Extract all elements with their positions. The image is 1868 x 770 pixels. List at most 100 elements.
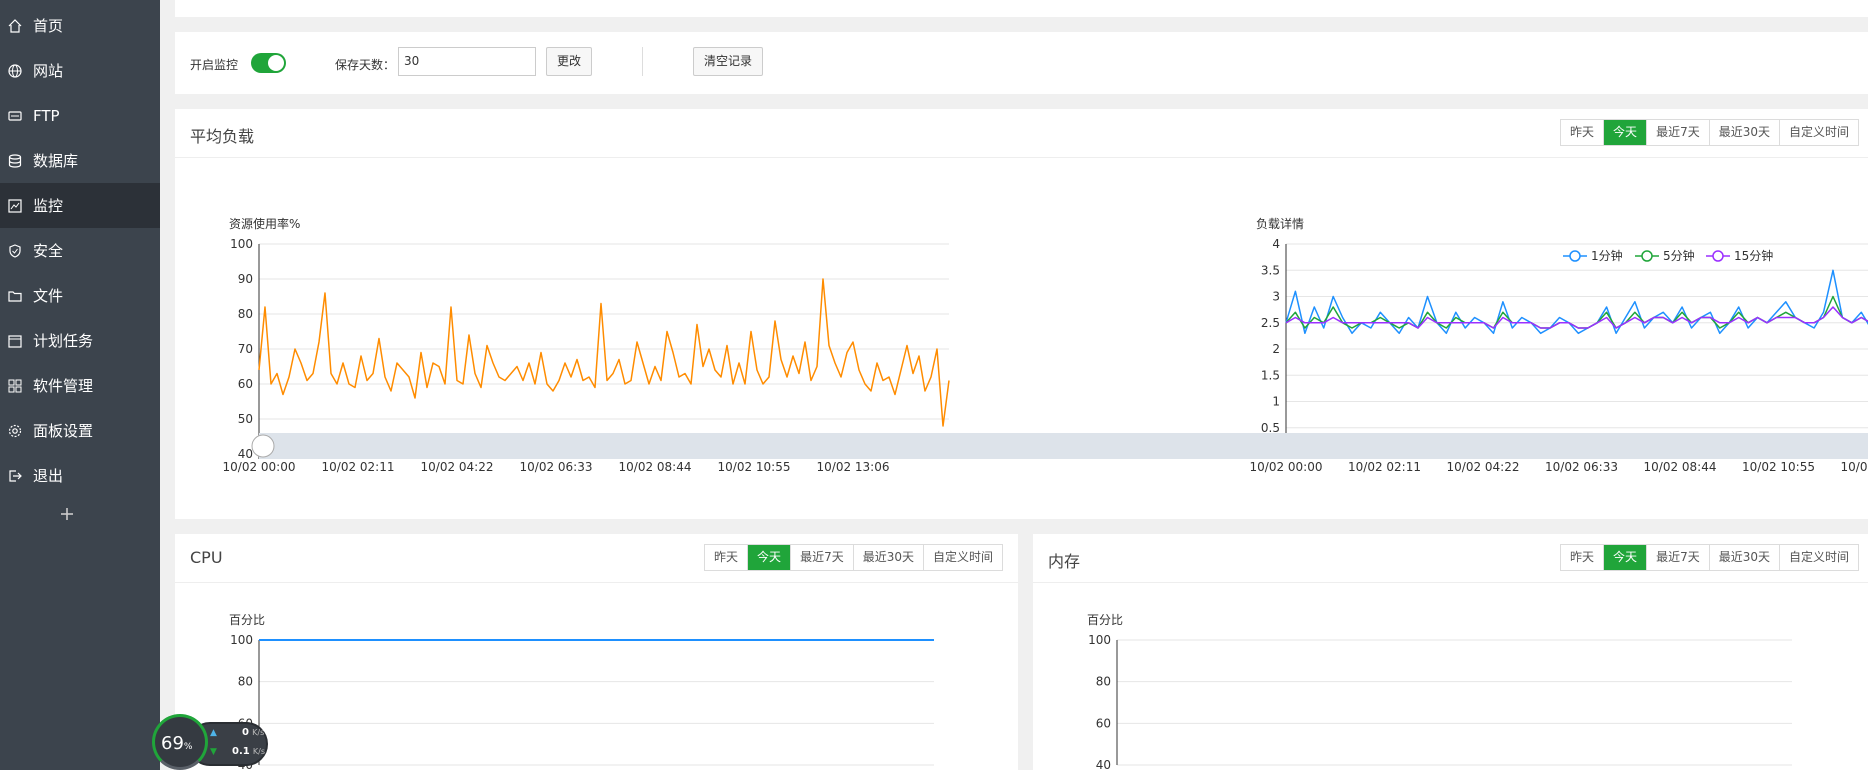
x-tick-label: 10/02 02:11 [322,460,395,474]
y-tick-label: 80 [238,307,253,321]
sidebar-item-7[interactable]: 计划任务 [0,318,160,363]
series-line-0 [1285,269,1868,335]
chart-ylabel: 百分比 [1087,613,1123,627]
load-percent: 69% [161,733,193,754]
shield-icon [9,243,21,258]
legend-marker [1641,250,1653,262]
y-tick-label: 90 [238,272,253,286]
calendar-icon [8,334,22,348]
divider [642,47,643,76]
x-tick-label: 10/02 04:22 [421,460,494,474]
x-tick-label: 10/02 08:44 [1644,460,1717,474]
sidebar-item-label: 首页 [33,17,64,35]
y-tick-label: 50 [238,412,253,426]
sidebar-item-3[interactable]: 数据库 [0,138,160,183]
range-button-2[interactable]: 最近7天 [790,545,853,570]
y-tick-label: 80 [238,675,253,689]
range-button-3[interactable]: 最近30天 [1708,120,1779,145]
x-tick-label: 10/02 06:33 [520,460,593,474]
y-tick-label: 40 [238,447,253,461]
sidebar: 首页网站 FTP 数据库监控安全 文件计划任务软件管理面板设置退出 [0,0,160,770]
sidebar-item-6[interactable]: 文件 [0,273,160,318]
legend-marker [1569,250,1581,262]
y-tick-label: 100 [230,237,253,251]
range-button-1[interactable]: 今天 [1603,545,1647,570]
sidebar-item-9[interactable]: 面板设置 [0,408,160,453]
memory-panel-title: 内存 [1048,552,1081,571]
range-button-4[interactable]: 自定义时间 [922,545,1002,570]
range-button-3[interactable]: 最近30天 [1708,545,1779,570]
sidebar-item-label: 监控 [33,197,64,215]
range-button-0[interactable]: 昨天 [1561,120,1604,145]
range-button-2[interactable]: 最近7天 [1646,120,1709,145]
top-panel [175,0,1868,17]
y-tick-label: 80 [1096,675,1111,689]
sidebar-item-2[interactable]: FTP [0,93,160,138]
range-button-1[interactable]: 今天 [1603,120,1647,145]
sidebar-item-8[interactable]: 软件管理 [0,363,160,408]
retain-days-input[interactable]: 30 [398,47,536,76]
y-tick-label: 0.5 [1261,421,1280,435]
ftp-icon [8,110,22,121]
logout-icon [9,469,22,482]
globe-icon [8,63,22,78]
monitor-controls-panel: 开启监控 保存天数： 30 更改 清空记录 [175,32,1868,94]
range-button-4[interactable]: 自定义时间 [1778,545,1858,570]
retain-days-label: 保存天数： [335,58,396,72]
sidebar-item-label: 退出 [33,467,64,485]
y-tick-label: 100 [1088,633,1111,647]
range-button-0[interactable]: 昨天 [705,545,748,570]
memory-panel: 内存 昨天 今天 最近7天 最近30天 自定义时间 百分比 40 60 80 100 [1033,534,1868,770]
y-tick-label: 1 [1272,395,1280,409]
clear-records-button[interactable]: 清空记录 [693,47,763,76]
zoom-slider-track[interactable] [259,433,1868,459]
enable-monitor-toggle[interactable] [251,53,286,73]
gear-icon [8,424,22,437]
x-tick-label: 10/02 00:00 [223,460,296,474]
y-tick-label: 60 [238,377,253,391]
y-tick-label: 3 [1272,290,1280,304]
y-tick-label: 2 [1272,342,1280,356]
sidebar-item-0[interactable]: 首页 [0,3,160,48]
change-button[interactable]: 更改 [546,47,592,76]
sidebar-item-10[interactable]: 退出 [0,453,160,498]
sidebar-item-label: 计划任务 [33,332,94,350]
y-tick-label: 2.5 [1261,316,1280,330]
x-tick-label: 10/02 02:11 [1348,460,1421,474]
range-button-3[interactable]: 最近30天 [852,545,923,570]
plus-icon[interactable] [58,505,76,523]
chart-ylabel: 负载详情 [1256,216,1304,231]
cpu-panel: CPU 昨天今天最近7天最近30天自定义时间 百分比406080100 [175,534,1018,770]
sidebar-item-label: 软件管理 [33,377,94,395]
range-button-1[interactable]: 今天 [747,545,791,570]
sidebar-item-label: 网站 [33,62,64,80]
enable-monitor-label: 开启监控 [190,58,239,72]
chart-ylabel: 资源使用率% [229,216,300,231]
x-tick-label: 10/02 08:44 [619,460,692,474]
sidebar-item-4[interactable]: 监控 [0,183,160,228]
memory-range-buttons: 昨天 今天 最近7天 最近30天 自定义时间 [1560,544,1859,571]
home-icon [8,18,22,33]
legend-label: 15分钟 [1734,248,1773,263]
sidebar-item-label: 面板设置 [33,422,94,440]
network-widget[interactable]: ▲ ▼ 0 K/s 0.1 K/s 69% [152,714,272,770]
cpu-chart: 百分比406080100 [229,613,934,770]
download-arrow-icon: ▼ [210,747,217,757]
zoom-handle-left[interactable] [251,434,275,458]
load-charts: 资源使用率% 40 50 60 70 80 90 100 10/02 00:00 10/02 02… [223,216,1868,474]
series-line-0 [258,278,950,427]
load-gauge: 69% [152,714,208,770]
sidebar-item-1[interactable]: 网站 [0,48,160,93]
memory-chart: 百分比 40 60 80 100 [1087,613,1792,770]
x-tick-label: 10/02 00:00 [1250,460,1323,474]
chart-ylabel: 百分比 [229,613,265,627]
range-button-2[interactable]: 最近7天 [1646,545,1709,570]
range-button-4[interactable]: 自定义时间 [1778,120,1858,145]
range-button-0[interactable]: 昨天 [1561,545,1604,570]
load-panel: 平均负载 昨天 今天 最近7天 最近30天 自定义时间 资源使用率% 40 50 60 70 80… [175,109,1868,519]
x-tick-label: 10/02 10:55 [718,460,791,474]
sidebar-item-5[interactable]: 安全 [0,228,160,273]
apps-icon [8,379,22,392]
y-tick-label: 4 [1272,237,1280,251]
monitor-icon [8,198,22,213]
